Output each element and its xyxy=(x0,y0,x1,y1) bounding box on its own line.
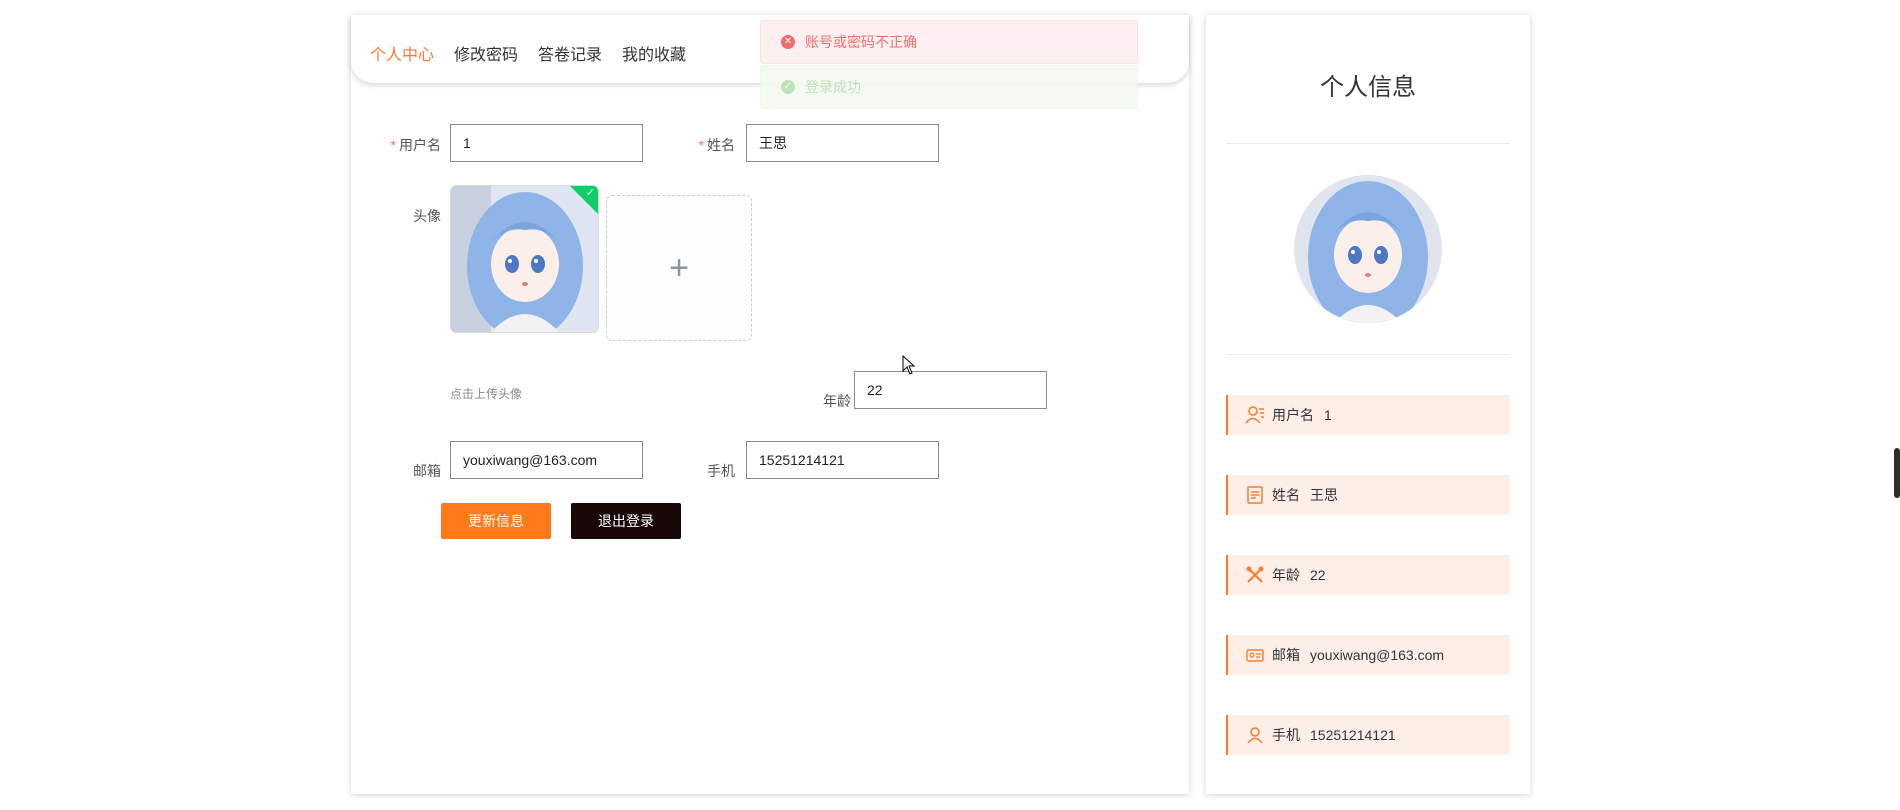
error-circle-icon: ✕ xyxy=(781,35,795,49)
logout-button[interactable]: 退出登录 xyxy=(571,503,681,539)
age-label: 年龄 xyxy=(823,393,851,409)
divider xyxy=(1226,354,1510,355)
info-row-age: 年龄 22 xyxy=(1226,555,1510,595)
id-card-icon xyxy=(1244,644,1266,666)
personal-info-panel: 个人信息 用户名 1 姓名 王思 年龄 22 邮箱 youxiwang@163.… xyxy=(1206,15,1530,794)
name-input[interactable] xyxy=(746,124,939,162)
avatar-label: 头像 xyxy=(413,208,441,224)
update-info-button[interactable]: 更新信息 xyxy=(441,503,551,539)
info-row-email: 邮箱 youxiwang@163.com xyxy=(1226,635,1510,675)
user-group-icon xyxy=(1244,404,1266,426)
age-input[interactable] xyxy=(854,371,1047,409)
username-input[interactable] xyxy=(450,124,643,162)
document-icon xyxy=(1244,484,1266,506)
tab-my-favorites[interactable]: 我的收藏 xyxy=(622,41,686,65)
info-row-name: 姓名 王思 xyxy=(1226,475,1510,515)
info-row-phone: 手机 15251214121 xyxy=(1226,715,1510,755)
user-icon xyxy=(1244,724,1266,746)
mouse-cursor-icon xyxy=(902,354,916,380)
avatar-upload-button[interactable]: + xyxy=(606,195,752,341)
email-input[interactable] xyxy=(450,441,643,479)
success-check-icon: ✓ xyxy=(781,80,795,94)
error-toast: ✕ 账号或密码不正确 xyxy=(760,20,1138,64)
profile-main-panel: 个人中心 修改密码 答卷记录 我的收藏 *用户名 *姓名 头像 ✓ + 点击上传… xyxy=(351,15,1189,794)
error-toast-text: 账号或密码不正确 xyxy=(805,34,917,50)
profile-avatar xyxy=(1294,175,1442,323)
phone-label: 手机 xyxy=(707,463,735,479)
check-icon: ✓ xyxy=(585,187,595,199)
tab-personal-center[interactable]: 个人中心 xyxy=(370,41,434,65)
phone-input[interactable] xyxy=(746,441,939,479)
page-scrollbar-thumb[interactable] xyxy=(1894,448,1900,498)
upload-hint: 点击上传头像 xyxy=(450,387,523,401)
tab-answer-records[interactable]: 答卷记录 xyxy=(538,41,602,65)
avatar-preview[interactable]: ✓ xyxy=(450,185,599,333)
info-title: 个人信息 xyxy=(1320,74,1416,101)
email-label: 邮箱 xyxy=(413,463,441,479)
tools-icon xyxy=(1244,564,1266,586)
profile-avatar-image xyxy=(1294,175,1442,323)
success-toast-text: 登录成功 xyxy=(805,79,861,95)
tab-change-password[interactable]: 修改密码 xyxy=(454,41,518,65)
name-label: * 姓名 xyxy=(698,137,735,153)
divider xyxy=(1226,143,1510,144)
username-label: * 用户名 xyxy=(390,137,441,153)
success-toast: ✓ 登录成功 xyxy=(760,65,1138,109)
info-row-username: 用户名 1 xyxy=(1226,395,1510,435)
plus-icon: + xyxy=(669,248,689,287)
